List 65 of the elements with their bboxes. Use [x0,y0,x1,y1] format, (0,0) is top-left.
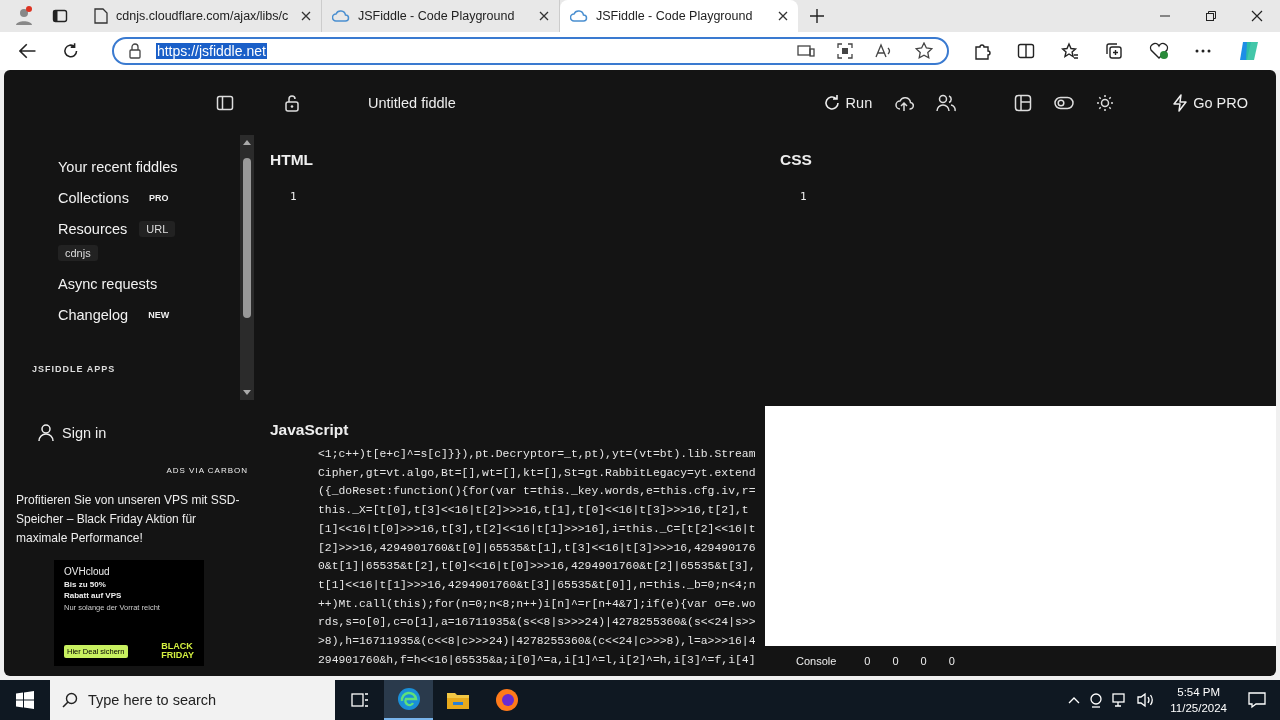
taskbar-search-field[interactable]: Type here to search [50,680,335,720]
users-icon[interactable] [936,93,957,112]
sidebar-toggle-icon[interactable] [216,93,234,112]
console-count: 0 [892,655,899,667]
close-tab-icon[interactable] [301,11,311,21]
close-tab-icon[interactable] [778,11,788,21]
close-tab-icon[interactable] [539,11,549,21]
sign-in-button[interactable]: Sign in [38,424,107,442]
page-icon [94,8,108,24]
more-icon[interactable] [1195,49,1211,53]
close-icon[interactable] [1251,10,1263,22]
chevron-up-icon[interactable] [1068,696,1081,704]
cloud-icon [332,9,350,23]
sidebar-link[interactable]: Async requests [58,276,158,292]
address-bar[interactable]: https://jsfiddle.net [111,37,949,65]
resource-chip[interactable]: cdnjs [58,245,98,261]
panel-title: HTML [270,151,315,169]
windows-start-icon[interactable] [16,691,34,709]
line-number: 1 [290,190,298,203]
back-icon[interactable] [19,43,37,59]
extensions-icon[interactable] [973,42,991,60]
console-bar[interactable]: Console 0 0 0 0 [765,646,1276,676]
clock[interactable]: 5:54 PM 11/25/2024 [1170,684,1227,716]
cloud-icon [570,9,588,23]
sidebar-link[interactable]: Changelog [58,307,129,323]
sidebar-link[interactable]: Collections [58,190,129,206]
toggle-icon[interactable] [1054,95,1075,110]
new-tab-icon[interactable] [810,9,824,23]
tag-label: NEW [148,310,170,320]
fiddle-title[interactable]: Untitled fiddle [368,94,456,111]
scroll-up-icon[interactable] [243,139,251,145]
ads-via-carbon-link[interactable]: ADS VIA CARBON [166,466,248,475]
console-count: 0 [864,655,871,667]
code-editor[interactable]: <1;c++)t[e+c]^=s[c]}}),pt.Decryptor=_t,pt),yt=(vt=bt).lib.Stream Cipher,gt=vt.algo,Bt=[],wt=[],kt=[],St=gt.RabbitLegacy=yt.extend ({_doReset:function(){for(var t=this._key.words,e=this.cfg.iv,r= this._X=[t[0],t[3]<<16|t[2]>>>16,t[1],t[0]<<16|t[3]>>>16,t[2],t [1]<<16|t[0]>>>16,t[3],t[2]<<16|t[1]>>>16],i=this._C=[t[2]<<16|t [2]>>>16,4294901760&t[0]|65535&t[1],t[3]<<16|t[3]>>>16,429490176 0&t[1]|65535&t[2],t[0]<<16|t[0]>>>16,4294901760&t[2]|65535&t[3], t[1]<<16|t[1]>>>16,4294901760&t[3]|65535&t[0]],n=this._b=0;n<4;n ++)Mt.call(this);for(n=0;n<8;n++)i[n]^=r[n+4&7];if(e){var o=e.wo rds,s=o[0],c=o[1],a=16711935&(s<<8|s>>>24)|4278255360&(s<<24|s>> >8),h=16711935&(c<<8|c>>>24)|4278255360&(c<<24|c>>>8),l=a>>>16|4 294901760&h,f=h<<16|65535&a;i[0]^=a,i[1]^=l,i[2]^=h,i[3]^=f,i[4] [270,439,765,670]
user-icon [38,424,54,442]
panel-title: JavaScript [270,421,350,439]
layout-icon[interactable] [1014,93,1033,112]
scrollbar[interactable] [240,135,254,400]
restore-icon[interactable] [1205,10,1217,22]
favorites-icon[interactable] [1061,42,1079,60]
resource-chip[interactable]: URL [139,221,176,237]
console-count: 0 [920,655,927,667]
notification-icon[interactable] [1248,691,1266,709]
go-pro-button[interactable]: Go PRO [1172,93,1248,112]
webcam-icon[interactable] [1089,692,1104,708]
section-heading: JSFIDDLE APPS [32,364,117,374]
tab-actions-icon[interactable] [52,8,68,24]
run-button[interactable]: Run [822,93,873,112]
line-number: 1 [800,190,808,203]
speaker-icon[interactable] [1137,692,1156,708]
lightning-icon [1172,93,1189,112]
collections-icon[interactable] [1105,42,1123,60]
tag-label: PRO [148,193,169,203]
console-count: 0 [948,655,955,667]
sidebar-link[interactable]: Your recent fiddles [58,159,178,175]
refresh-icon[interactable] [62,42,80,60]
unlocked-lock-icon[interactable] [284,93,300,112]
sidebar-link[interactable]: Resources [58,221,128,237]
split-screen-icon[interactable] [1017,42,1035,60]
sun-icon[interactable] [1096,93,1115,112]
ad-text[interactable]: Profitieren Sie von unseren VPS mit SSD-Speicher – Black Friday Aktion für maximale Performance! [4,491,256,548]
browser-tab[interactable]: JSFiddle - Code Playground [560,0,798,32]
refresh-icon [822,93,841,112]
panel-title: CSS [780,151,813,169]
scroll-down-icon[interactable] [243,390,251,396]
